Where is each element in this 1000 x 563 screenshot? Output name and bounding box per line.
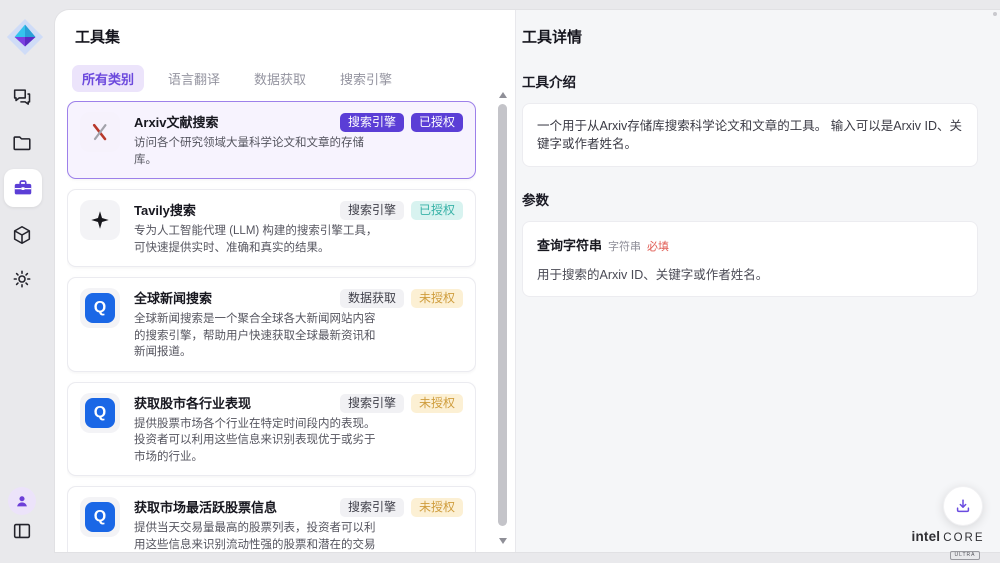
category-tabs: 所有类别 语言翻译 数据获取 搜索引擎 — [72, 65, 515, 92]
scroll-up-arrow-icon[interactable] — [499, 92, 507, 98]
toolbox-icon[interactable] — [4, 169, 42, 207]
folder-icon[interactable] — [9, 130, 35, 156]
auth-badge: 已授权 — [411, 201, 463, 220]
category-badge: 搜索引擎 — [340, 201, 404, 220]
cube-icon[interactable] — [9, 222, 35, 248]
auth-badge: 未授权 — [411, 394, 463, 413]
core-wordmark: core — [943, 532, 984, 544]
category-badge: 数据获取 — [340, 289, 404, 308]
tool-desc: 全球新闻搜索是一个聚合全球各大新闻网站内容的搜索引擎，帮助用户快速获取全球最新资… — [134, 311, 386, 361]
ultra-badge: ultra — [950, 551, 979, 560]
tool-details-panel: 工具详情 工具介绍 一个用于从Arxiv存储库搜索科学论文和文章的工具。 输入可… — [515, 10, 1000, 552]
tavily-star-icon — [80, 200, 120, 240]
param-type: 字符串 — [608, 241, 641, 253]
auth-badge: 未授权 — [411, 498, 463, 517]
category-badge: 搜索引擎 — [340, 498, 404, 517]
intro-card: 一个用于从Arxiv存储库搜索科学论文和文章的工具。 输入可以是Arxiv ID… — [522, 103, 978, 167]
tool-desc: 访问各个研究领域大量科学论文和文章的存储库。 — [134, 135, 386, 168]
auth-badge: 已授权 — [411, 113, 463, 132]
tool-desc: 提供当天交易量最高的股票列表，投资者可以利用这些信息来识别流动性强的股票和潜在的… — [134, 520, 386, 552]
tab-all-categories[interactable]: 所有类别 — [72, 65, 144, 92]
param-required-flag: 必填 — [647, 241, 669, 253]
download-icon — [953, 496, 973, 516]
intel-core-logo: intelcore ultra — [906, 530, 990, 560]
juhe-icon: Q — [80, 393, 120, 433]
details-title: 工具详情 — [522, 26, 978, 47]
category-badge: 搜索引擎 — [340, 394, 404, 413]
tool-desc: 提供股票市场各个行业在特定时间段内的表现。投资者可以利用这些信息来识别表现优于或… — [134, 416, 386, 466]
tool-card-sector-performance[interactable]: Q 获取股市各行业表现 提供股票市场各个行业在特定时间段内的表现。投资者可以利用… — [67, 382, 476, 477]
tool-card-global-news[interactable]: Q 全球新闻搜索 全球新闻搜索是一个聚合全球各大新闻网站内容的搜索引擎，帮助用户… — [67, 277, 476, 372]
tool-desc: 专为人工智能代理 (LLM) 构建的搜索引擎工具，可快速提供实时、准确和真实的结… — [134, 223, 386, 256]
arxiv-icon — [80, 112, 120, 152]
juhe-icon: Q — [80, 497, 120, 537]
list-scrollbar[interactable] — [497, 90, 510, 546]
tool-card-tavily[interactable]: Tavily搜索 专为人工智能代理 (LLM) 构建的搜索引擎工具，可快速提供实… — [67, 189, 476, 267]
user-avatar-icon[interactable] — [8, 487, 36, 515]
auth-badge: 未授权 — [411, 289, 463, 308]
tool-list: Arxiv文献搜索 访问各个研究领域大量科学论文和文章的存储库。 搜索引擎 已授… — [67, 101, 476, 552]
sidebar — [0, 0, 55, 563]
toolset-panel: 工具集 所有类别 语言翻译 数据获取 搜索引擎 Arxiv文献搜索 访问各个研究… — [55, 10, 515, 552]
param-card: 查询字符串字符串必填 用于搜索的Arxiv ID、关键字或作者姓名。 — [522, 221, 978, 297]
page-scroll-nub[interactable] — [993, 12, 997, 16]
scrollbar-thumb[interactable] — [498, 104, 507, 526]
main-panel: 工具集 所有类别 语言翻译 数据获取 搜索引擎 Arxiv文献搜索 访问各个研究… — [55, 10, 1000, 552]
param-name: 查询字符串 — [537, 238, 602, 253]
tool-card-active-stocks[interactable]: Q 获取市场最活跃股票信息 提供当天交易量最高的股票列表，投资者可以利用这些信息… — [67, 486, 476, 552]
tab-search-engine[interactable]: 搜索引擎 — [330, 65, 402, 92]
param-desc: 用于搜索的Arxiv ID、关键字或作者姓名。 — [537, 264, 963, 283]
tab-data-acquisition[interactable]: 数据获取 — [244, 65, 316, 92]
intro-heading: 工具介绍 — [522, 71, 978, 91]
chat-icon[interactable] — [9, 84, 35, 110]
intel-wordmark: intel — [912, 529, 941, 544]
settings-gear-icon[interactable] — [9, 266, 35, 292]
scroll-down-arrow-icon[interactable] — [499, 538, 507, 544]
toolset-title: 工具集 — [75, 26, 515, 47]
juhe-icon: Q — [80, 288, 120, 328]
app-logo-icon — [6, 18, 44, 56]
download-button[interactable] — [943, 486, 983, 526]
tab-language-translation[interactable]: 语言翻译 — [158, 65, 230, 92]
tool-card-arxiv[interactable]: Arxiv文献搜索 访问各个研究领域大量科学论文和文章的存储库。 搜索引擎 已授… — [67, 101, 476, 179]
panel-toggle-icon[interactable] — [9, 518, 35, 544]
intro-text: 一个用于从Arxiv存储库搜索科学论文和文章的工具。 输入可以是Arxiv ID… — [537, 117, 963, 153]
param-header: 查询字符串字符串必填 — [537, 235, 963, 255]
category-badge: 搜索引擎 — [340, 113, 404, 132]
params-heading: 参数 — [522, 189, 978, 209]
